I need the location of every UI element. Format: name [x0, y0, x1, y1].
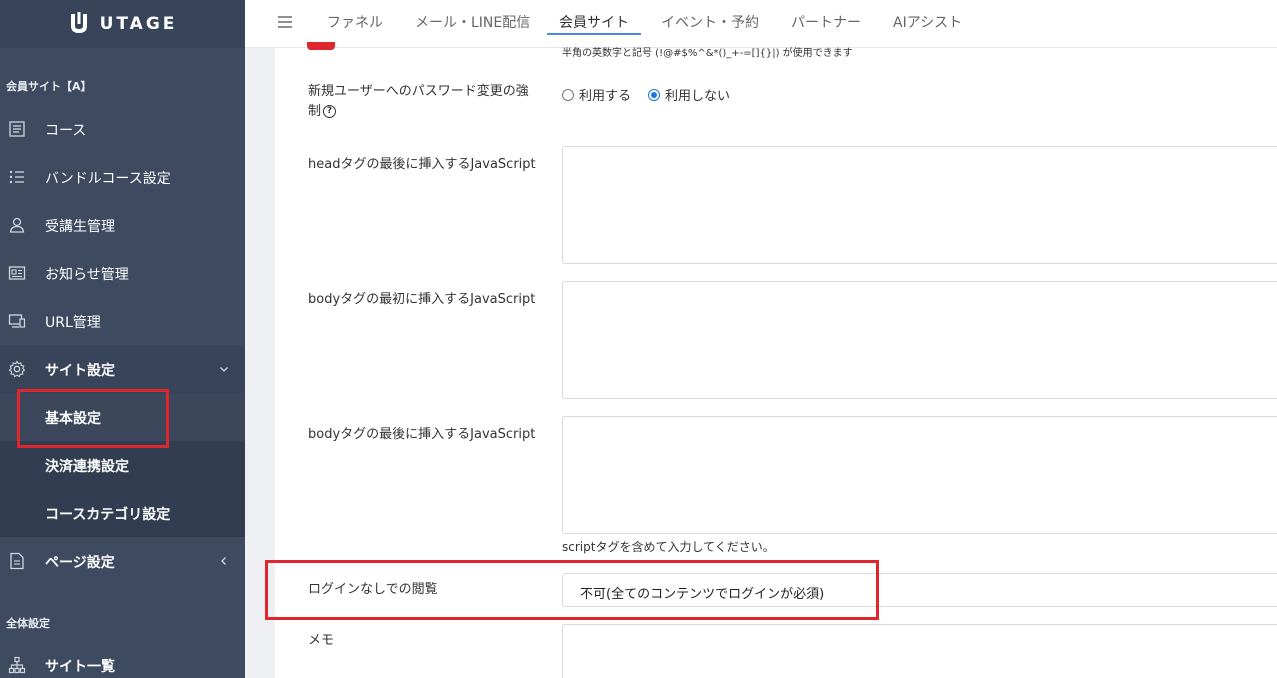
document-list-icon	[9, 121, 25, 137]
top-navigation: ファネル メール・LINE配信 会員サイト イベント・予約 パートナー AIアシ…	[245, 0, 1277, 48]
radio-not-use[interactable]: 利用しない	[648, 85, 730, 104]
user-icon	[9, 217, 25, 233]
chevron-down-icon	[220, 367, 228, 372]
sidebar-item-label: お知らせ管理	[45, 267, 129, 283]
memo-textarea[interactable]	[562, 624, 1277, 678]
sidebar-subitem-payment-settings[interactable]: 決済連携設定	[0, 441, 245, 489]
highlight-box-no-login-view	[265, 560, 879, 620]
sidebar-item-label: ページ設定	[45, 555, 115, 571]
sidebar-subitem-label: 決済連携設定	[45, 459, 129, 475]
sidebar-item-label: サイト設定	[45, 363, 115, 379]
section-label-global-settings: 全体設定	[6, 617, 50, 630]
hamburger-menu-icon[interactable]	[277, 14, 293, 30]
sidebar-item-news[interactable]: お知らせ管理	[0, 249, 245, 297]
head-js-label: headタグの最後に挿入するJavaScript	[308, 157, 536, 172]
sidebar-subitem-label: コースカテゴリ設定	[45, 507, 171, 523]
password-force-label: 新規ユーザーへのパスワード変更の強 制?	[308, 82, 529, 122]
sidebar-item-students[interactable]: 受講生管理	[0, 201, 245, 249]
tab-partner[interactable]: パートナー	[791, 12, 861, 32]
tab-funnel[interactable]: ファネル	[327, 12, 383, 32]
tab-member-site[interactable]: 会員サイト	[559, 12, 629, 32]
sidebar-item-course[interactable]: コース	[0, 105, 245, 153]
sidebar-item-label: 受講生管理	[45, 219, 115, 235]
sidebar-item-url[interactable]: URL管理	[0, 297, 245, 345]
script-tag-hint: scriptタグを含めて入力してください。	[562, 540, 775, 554]
memo-label: メモ	[308, 633, 335, 648]
help-icon[interactable]: ?	[323, 105, 337, 118]
sidebar-item-bundle-course[interactable]: バンドルコース設定	[0, 153, 245, 201]
chevron-left-icon	[221, 557, 226, 565]
brand-name: UTAGE	[99, 14, 178, 34]
password-force-label-line1: 新規ユーザーへのパスワード変更の強	[308, 84, 529, 99]
body-first-js-label: bodyタグの最初に挿入するJavaScript	[308, 292, 536, 307]
sidebar-item-label: コース	[45, 123, 87, 139]
radio-not-use-circle[interactable]	[648, 88, 660, 101]
active-tab-indicator	[547, 33, 641, 35]
body-last-js-label: bodyタグの最後に挿入するJavaScript	[308, 427, 536, 442]
devices-icon	[8, 314, 26, 328]
highlight-box-basic-settings	[17, 389, 169, 448]
radio-not-use-label: 利用しない	[665, 89, 731, 104]
sidebar-item-page-settings[interactable]: ページ設定	[0, 537, 245, 585]
radio-use[interactable]: 利用する	[562, 85, 631, 104]
utage-logo-icon	[70, 12, 87, 33]
sidebar: UTAGE 会員サイト【A】 コース バンドルコース設定 受講生管理 お知らせ管…	[0, 0, 245, 678]
bullet-list-icon	[9, 170, 24, 184]
gear-icon	[8, 360, 26, 378]
body-last-js-textarea[interactable]	[562, 416, 1277, 534]
sidebar-item-label: URL管理	[45, 315, 101, 331]
brand-logo[interactable]: UTAGE	[0, 0, 245, 48]
radio-use-circle[interactable]	[562, 88, 574, 101]
password-force-label-line2: 制	[308, 104, 322, 119]
sitemap-icon	[8, 656, 26, 674]
sidebar-item-site-settings[interactable]: サイト設定	[0, 345, 245, 393]
page-icon	[10, 552, 24, 570]
password-char-hint: 半角の英数字と記号 (!@#$%^&*()_+-=[]{}|) が使用できます	[562, 48, 853, 59]
sidebar-item-site-list[interactable]: サイト一覧	[0, 641, 245, 678]
newspaper-icon	[8, 266, 26, 280]
radio-use-label: 利用する	[579, 89, 632, 104]
sidebar-item-label: サイト一覧	[45, 659, 115, 675]
sidebar-item-label: バンドルコース設定	[45, 171, 171, 187]
tab-event-reservation[interactable]: イベント・予約	[661, 12, 759, 32]
head-js-textarea[interactable]	[562, 146, 1277, 264]
sidebar-subitem-course-category[interactable]: コースカテゴリ設定	[0, 489, 245, 537]
tab-mail-line[interactable]: メール・LINE配信	[415, 12, 530, 32]
tab-ai-assist[interactable]: AIアシスト	[893, 12, 962, 32]
red-button-fragment[interactable]	[307, 42, 335, 50]
settings-form-panel: 半角の英数字と記号 (!@#$%^&*()_+-=[]{}|) が使用できます …	[265, 42, 1277, 678]
section-label-member-site: 会員サイト【A】	[6, 80, 92, 93]
body-first-js-textarea[interactable]	[562, 281, 1277, 399]
